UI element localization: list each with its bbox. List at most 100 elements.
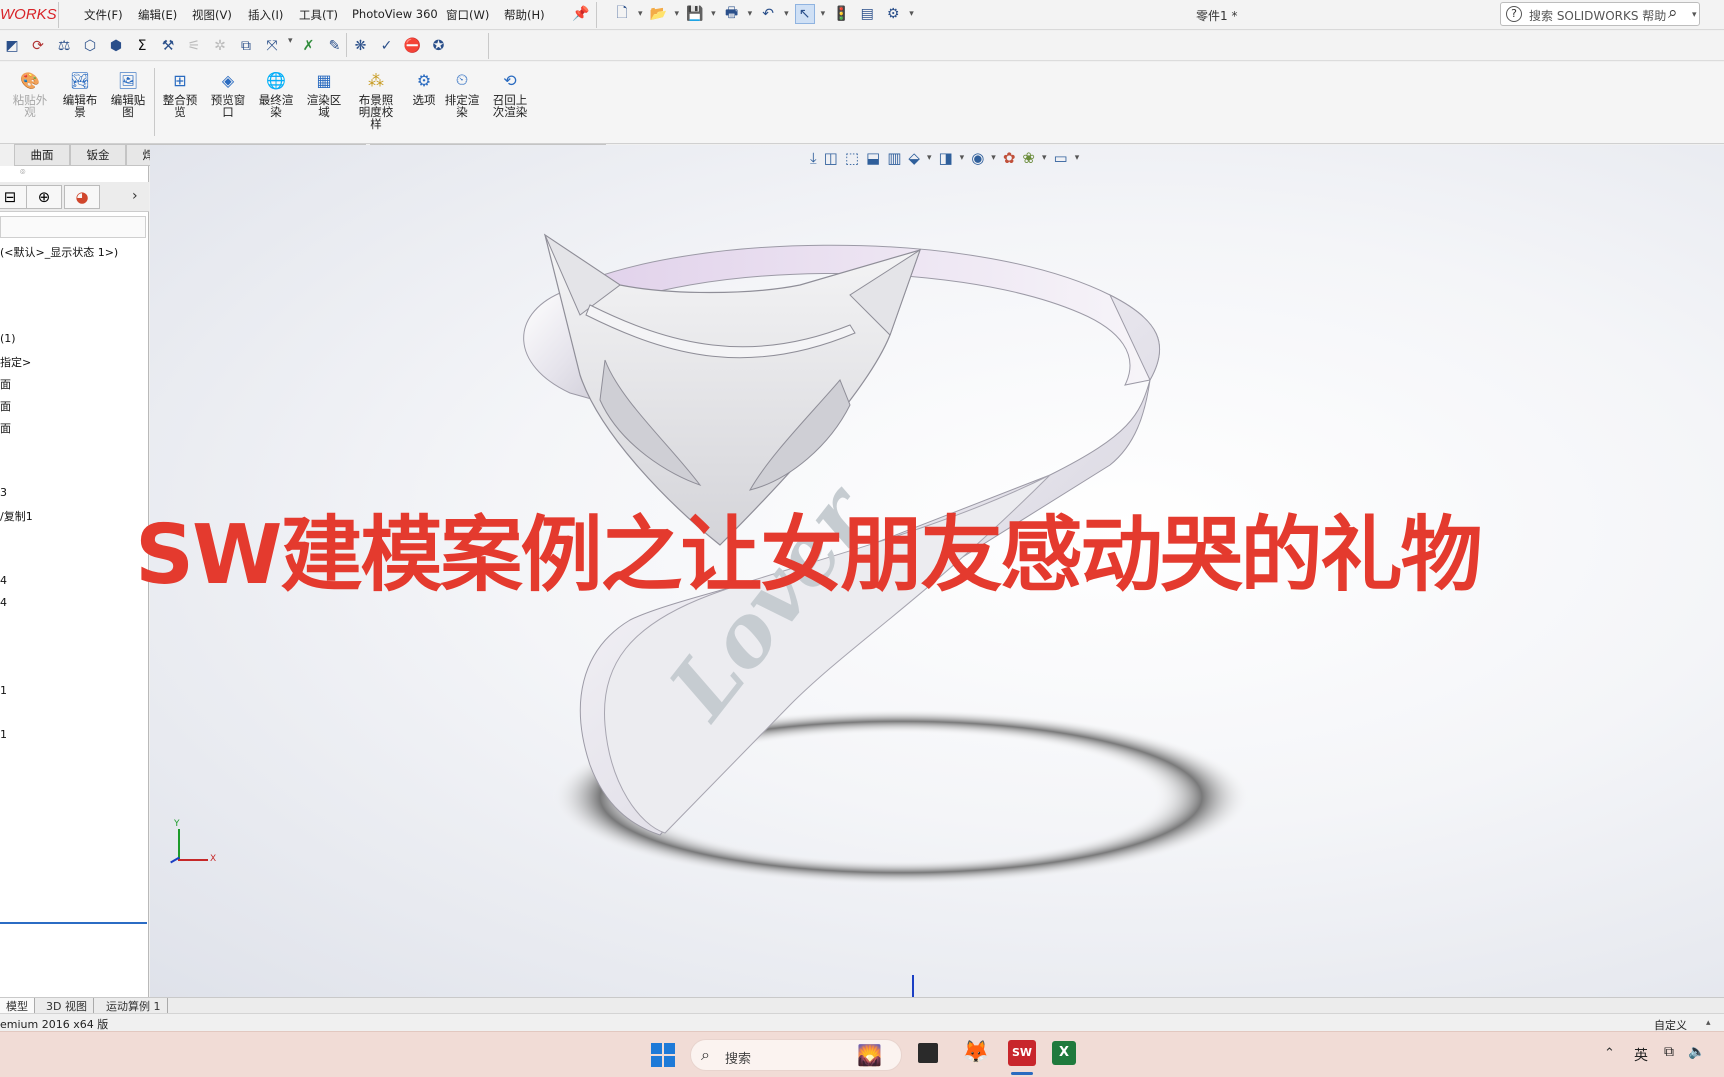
- weather-widget-icon[interactable]: 🌄: [857, 1043, 882, 1067]
- input-language[interactable]: 英: [1634, 1045, 1648, 1065]
- panel-splitter[interactable]: [0, 922, 147, 924]
- tree-item[interactable]: 面: [0, 398, 11, 414]
- check-icon[interactable]: ✓: [377, 36, 397, 56]
- property-manager-tab[interactable]: ⊟: [0, 185, 28, 209]
- select-cursor-icon[interactable]: ↖: [794, 4, 815, 24]
- chevron-down-icon[interactable]: ▾: [784, 9, 789, 19]
- tree-item[interactable]: 1: [0, 728, 7, 741]
- error-check-icon[interactable]: ⛔: [403, 36, 423, 56]
- tree-item[interactable]: 面: [0, 420, 11, 436]
- chevron-down-icon[interactable]: ▾: [288, 36, 293, 56]
- menu-item[interactable]: 视图(V): [192, 7, 232, 23]
- tree-item[interactable]: 4: [0, 596, 7, 609]
- disabled-tool-icon: ✲: [214, 38, 226, 54]
- windows-taskbar: ⌕ 搜索 🌄 🦊 SW X ⌃ 英 ⧉ 🔈: [0, 1031, 1724, 1077]
- settings-icon[interactable]: ✪: [429, 36, 449, 56]
- open-folder-icon[interactable]: 📂: [649, 4, 669, 24]
- menu-item[interactable]: 插入(I): [248, 7, 283, 23]
- rebuild-icon[interactable]: ⟳: [28, 36, 48, 56]
- part-icon[interactable]: ⬢: [106, 36, 126, 56]
- section-icon[interactable]: ⬡: [80, 36, 100, 56]
- chevron-up-icon[interactable]: ▴: [1706, 1018, 1711, 1028]
- configuration-tab[interactable]: ⊕: [26, 185, 62, 209]
- render-tool-label: 编辑布景: [62, 93, 98, 119]
- chevron-up-icon[interactable]: ⌃: [1604, 1046, 1615, 1061]
- measure-icon[interactable]: ⚒: [158, 36, 178, 56]
- tree-item[interactable]: /复制1: [0, 508, 33, 524]
- render-tool-button[interactable]: 🖼 编辑贴图: [106, 68, 150, 119]
- mass-properties-icon[interactable]: ⚖: [54, 36, 74, 56]
- chevron-down-icon[interactable]: ▾: [909, 9, 914, 19]
- file-properties-icon[interactable]: ▤: [857, 4, 877, 24]
- menu-item[interactable]: PhotoView 360: [352, 7, 438, 21]
- chevron-right-icon[interactable]: ›: [132, 188, 138, 204]
- tree-item[interactable]: 3: [0, 486, 7, 499]
- status-bar: emium 2016 x64 版 自定义 ▴: [0, 1013, 1724, 1032]
- render-tool-label: 召回上次渲染: [492, 93, 528, 119]
- menu-item[interactable]: 文件(F): [84, 7, 123, 23]
- chevron-down-icon[interactable]: ▾: [821, 9, 826, 19]
- model-tab[interactable]: 3D 视图: [40, 998, 94, 1013]
- model-tab[interactable]: 模型: [0, 998, 35, 1013]
- undo-icon[interactable]: ↶: [758, 4, 778, 24]
- menu-item[interactable]: 工具(T): [299, 7, 338, 23]
- command-tab[interactable]: 钣金: [70, 144, 126, 166]
- task-view-icon[interactable]: [918, 1043, 938, 1063]
- search-icon: ⌕: [701, 1045, 710, 1064]
- document-title: 零件1 *: [1196, 9, 1238, 23]
- network-icon[interactable]: ⧉: [1664, 1044, 1674, 1060]
- sketch-icon[interactable]: ◩: [2, 36, 22, 56]
- curvature-icon[interactable]: ❋: [351, 36, 371, 56]
- command-tab[interactable]: 曲面: [14, 144, 70, 166]
- render-tool-button[interactable]: ▦ 渲染区域: [302, 68, 346, 119]
- tree-item[interactable]: 面: [0, 376, 11, 392]
- menu-item[interactable]: 编辑(E): [138, 7, 177, 23]
- tree-item[interactable]: 1: [0, 684, 7, 697]
- panel-grip-icon[interactable]: ⌾: [20, 168, 25, 178]
- menu-divider: [58, 2, 59, 28]
- menu-item[interactable]: 窗口(W): [446, 7, 489, 23]
- render-tool-button[interactable]: 🌐 最终渲染: [254, 68, 298, 119]
- volume-icon[interactable]: 🔈: [1688, 1044, 1705, 1060]
- render-tool-button[interactable]: ⟲ 召回上次渲染: [488, 68, 532, 119]
- solidworks-logo[interactable]: WORKS: [0, 6, 57, 23]
- excel-icon[interactable]: X: [1052, 1041, 1076, 1065]
- solidworks-taskbar-icon[interactable]: SW: [1008, 1040, 1036, 1066]
- help-question-icon: ?: [1506, 6, 1522, 22]
- copy-icon[interactable]: ⧉: [236, 36, 256, 56]
- taskbar-search[interactable]: ⌕ 搜索 🌄: [690, 1039, 902, 1071]
- chevron-down-icon[interactable]: ▾: [675, 9, 680, 19]
- windows-start-icon[interactable]: [651, 1043, 675, 1067]
- chevron-down-icon[interactable]: ▾: [1692, 10, 1697, 20]
- render-tool-button[interactable]: ⊞ 整合预览: [158, 68, 202, 119]
- render-tool-button[interactable]: ◈ 预览窗口: [206, 68, 250, 119]
- save-icon[interactable]: 💾: [685, 4, 705, 24]
- chevron-down-icon[interactable]: ▾: [638, 9, 643, 19]
- edit-appearance-icon[interactable]: ✎: [325, 36, 345, 56]
- active-app-indicator: [1011, 1072, 1033, 1075]
- menu-item[interactable]: 帮助(H): [504, 7, 545, 23]
- tree-filter-input[interactable]: [0, 216, 146, 238]
- print-icon[interactable]: 🖶: [722, 4, 742, 24]
- render-tool-button[interactable]: 🏞 编辑布景: [58, 68, 102, 119]
- tree-item[interactable]: (1): [0, 332, 16, 345]
- pin-icon[interactable]: 📌: [572, 6, 589, 22]
- tree-item[interactable]: 指定>: [0, 354, 31, 370]
- chevron-down-icon[interactable]: ▾: [711, 9, 716, 19]
- check-x-icon[interactable]: ✗: [299, 36, 319, 56]
- tree-item[interactable]: 4: [0, 574, 7, 587]
- display-manager-tab[interactable]: ◕: [64, 185, 100, 209]
- chevron-down-icon[interactable]: ▾: [748, 9, 753, 19]
- reference-icon[interactable]: ⤧: [262, 36, 282, 56]
- render-tool-button[interactable]: ⁂ 布景照明度校样: [354, 68, 398, 131]
- firefox-icon[interactable]: 🦊: [962, 1040, 989, 1065]
- new-document-icon[interactable]: 🗋: [612, 4, 632, 24]
- options-gear-icon[interactable]: ⚙: [883, 4, 903, 24]
- tree-item[interactable]: (<默认>_显示状态 1>): [0, 244, 118, 260]
- search-icon[interactable]: ⌕: [1668, 3, 1678, 23]
- traffic-light-icon[interactable]: 🚦: [831, 4, 851, 24]
- video-title-overlay: SW建模案例之让女朋友感动哭的礼物: [135, 508, 1483, 603]
- render-tool-button[interactable]: ⏲ 排定渲染: [440, 68, 484, 118]
- sum-icon[interactable]: Σ: [132, 36, 152, 56]
- model-tab[interactable]: 运动算例 1: [100, 998, 168, 1013]
